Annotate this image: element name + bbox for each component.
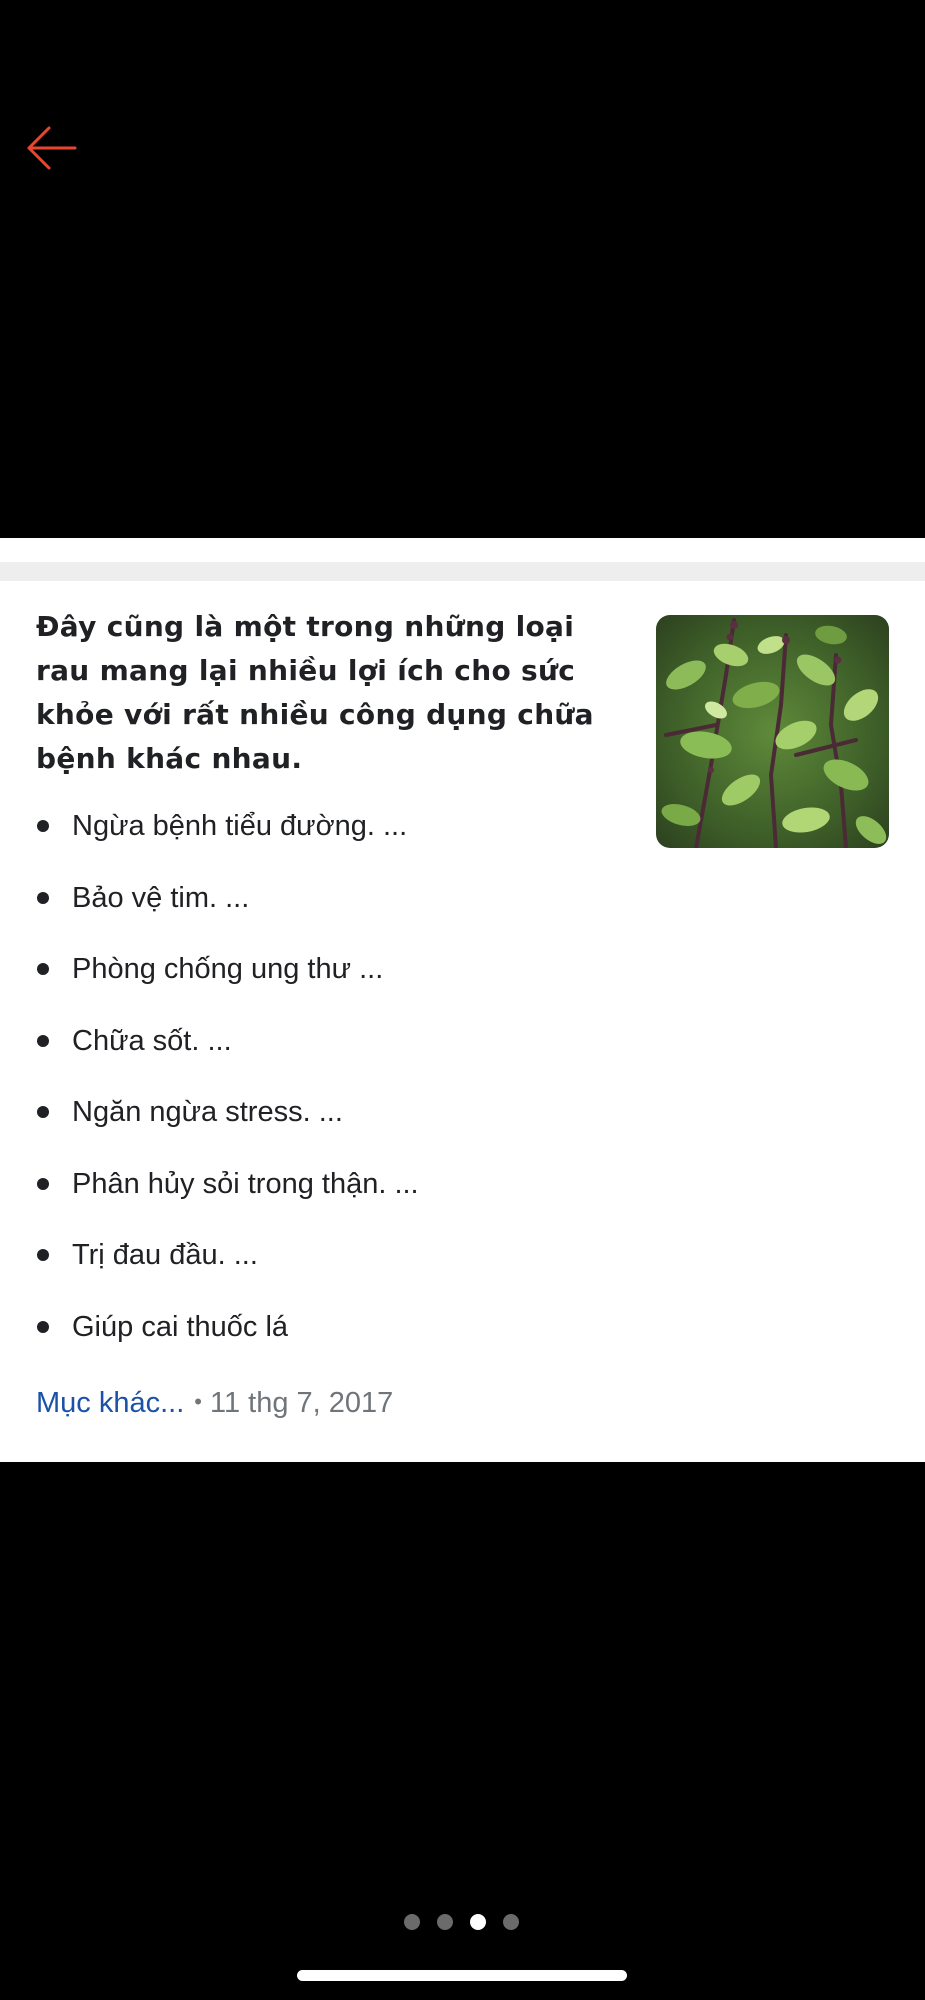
list-item: Phân hủy sỏi trong thận. ... (36, 1161, 419, 1233)
bullet-icon (37, 1249, 49, 1261)
bullet-icon (37, 820, 49, 832)
back-button[interactable] (26, 122, 78, 174)
arrow-left-icon (26, 122, 78, 174)
benefit-text: Ngừa bệnh tiểu đường. ... (72, 810, 408, 842)
card-top-band (0, 562, 925, 581)
snippet-footer: Mục khác... • 11 thg 7, 2017 (36, 1382, 393, 1423)
benefit-text: Chữa sốt. ... (72, 1024, 232, 1057)
list-item: Ngừa bệnh tiểu đường. ... (36, 803, 419, 875)
benefit-text: Trị đau đầu. ... (72, 1239, 258, 1271)
list-item: Ngăn ngừa stress. ... (36, 1089, 419, 1161)
bullet-icon (37, 1320, 49, 1333)
benefit-text: Phân hủy sỏi trong thận. ... (72, 1167, 419, 1200)
benefit-text: Giúp cai thuốc lá (72, 1310, 289, 1343)
page-dot[interactable] (503, 1914, 519, 1930)
benefit-text: Ngăn ngừa stress. ... (72, 1096, 343, 1128)
list-item: Trị đau đầu. ... (36, 1232, 419, 1304)
benefits-list: Ngừa bệnh tiểu đường. ... Bảo vệ tim. ..… (36, 803, 419, 1375)
page-dot[interactable] (437, 1914, 453, 1930)
bullet-icon (37, 1034, 49, 1047)
list-item: Phòng chống ung thư ... (36, 946, 419, 1018)
list-item: Giúp cai thuốc lá (36, 1304, 419, 1376)
bullet-icon (37, 1177, 49, 1190)
list-item: Chữa sốt. ... (36, 1018, 419, 1090)
page-dot[interactable] (404, 1914, 420, 1930)
snippet-date: 11 thg 7, 2017 (209, 1387, 394, 1419)
basil-plant-image[interactable] (656, 615, 889, 848)
bullet-icon (37, 1106, 49, 1118)
page-dot-active[interactable] (470, 1914, 486, 1930)
list-item: Bảo vệ tim. ... (36, 875, 419, 947)
separator: • (194, 1389, 202, 1414)
benefit-text: Bảo vệ tim. ... (72, 881, 250, 914)
home-indicator[interactable] (297, 1970, 627, 1981)
bullet-icon (37, 963, 49, 975)
featured-snippet: Đây cũng là một trong những loại rau man… (0, 581, 925, 1462)
page-indicator[interactable] (0, 1914, 925, 1934)
bullet-icon (37, 891, 49, 904)
benefit-text: Phòng chống ung thư ... (72, 953, 384, 985)
snippet-intro-text: Đây cũng là một trong những loại rau man… (36, 610, 594, 775)
search-result-card: Đây cũng là một trong những loại rau man… (0, 538, 925, 1462)
more-items-link[interactable]: Mục khác... (36, 1387, 184, 1419)
